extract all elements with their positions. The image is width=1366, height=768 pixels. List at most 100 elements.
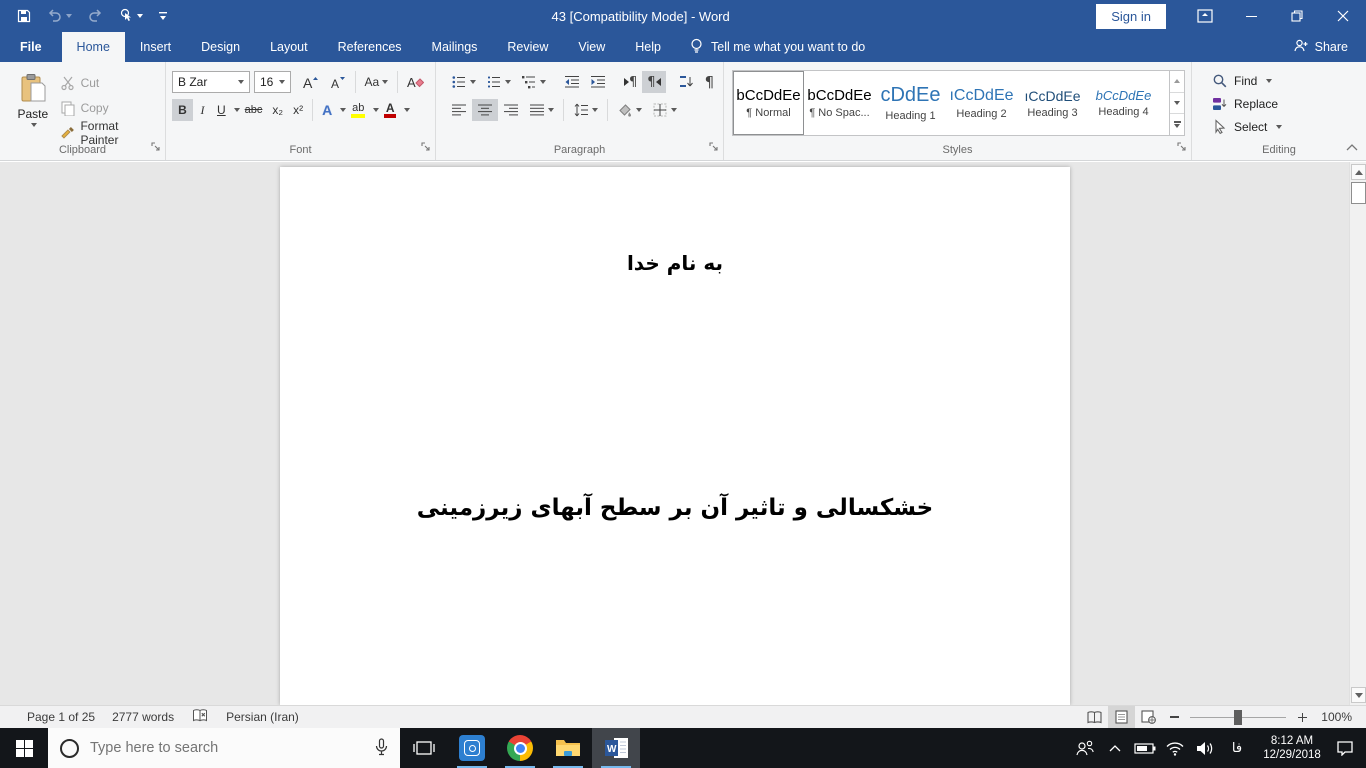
input-language-indicator[interactable]: فا xyxy=(1222,728,1252,768)
clear-formatting-button[interactable]: A xyxy=(402,71,429,93)
ribbon-display-icon[interactable] xyxy=(1182,0,1228,32)
language-indicator[interactable]: Persian (Iran) xyxy=(226,710,299,724)
taskbar-app-word[interactable]: W xyxy=(592,728,640,768)
scroll-down-button[interactable] xyxy=(1351,687,1366,703)
tell-me-box[interactable]: Tell me what you want to do xyxy=(676,32,879,62)
style-heading4[interactable]: bCcDdEe Heading 4 xyxy=(1088,71,1159,135)
restore-button[interactable] xyxy=(1274,0,1320,32)
show-hide-pilcrow-button[interactable]: ¶ xyxy=(700,71,720,93)
zoom-slider[interactable] xyxy=(1190,709,1286,725)
clock[interactable]: 8:12 AM 12/29/2018 xyxy=(1256,734,1328,762)
zoom-out-button[interactable] xyxy=(1162,706,1186,728)
line-spacing-button[interactable] xyxy=(568,99,603,121)
justify-button[interactable] xyxy=(524,99,559,121)
shading-button[interactable] xyxy=(612,99,647,121)
battery-icon[interactable] xyxy=(1132,728,1158,768)
align-left-button[interactable] xyxy=(446,99,472,121)
tab-insert[interactable]: Insert xyxy=(125,32,186,62)
rtl-direction-button[interactable]: ¶ xyxy=(642,71,666,93)
borders-button[interactable] xyxy=(647,99,682,121)
shrink-font-button[interactable]: A xyxy=(325,71,351,93)
strikethrough-button[interactable]: abc xyxy=(240,99,268,121)
tab-home[interactable]: Home xyxy=(61,32,125,62)
subscript-button[interactable]: x₂ xyxy=(267,99,288,121)
document-line-2[interactable]: خشکسالی و تاثیر آن بر سطح آبهای زیرزمینی xyxy=(280,495,1070,521)
proofing-icon[interactable] xyxy=(191,708,209,726)
tab-help[interactable]: Help xyxy=(620,32,676,62)
font-color-button[interactable]: A xyxy=(379,99,401,121)
styles-scroll-up[interactable] xyxy=(1170,71,1184,93)
page-indicator[interactable]: Page 1 of 25 xyxy=(27,710,95,724)
word-count[interactable]: 2777 words xyxy=(112,710,174,724)
tab-view[interactable]: View xyxy=(563,32,620,62)
microphone-icon[interactable] xyxy=(375,737,388,759)
zoom-level[interactable]: 100% xyxy=(1314,710,1366,724)
styles-more-button[interactable] xyxy=(1170,114,1184,135)
tab-review[interactable]: Review xyxy=(492,32,563,62)
replace-button[interactable]: Replace xyxy=(1212,93,1360,114)
print-layout-button[interactable] xyxy=(1108,706,1135,728)
font-dialog-launcher[interactable] xyxy=(421,141,431,155)
taskbar-search[interactable] xyxy=(48,728,400,768)
bullets-button[interactable] xyxy=(446,71,481,93)
scrollbar-thumb[interactable] xyxy=(1351,182,1366,204)
font-size-combo[interactable]: 16 xyxy=(253,71,291,93)
change-case-button[interactable]: Aa xyxy=(359,71,393,93)
decrease-indent-button[interactable] xyxy=(559,71,585,93)
share-button[interactable]: Share xyxy=(1293,32,1366,62)
touch-mode-icon[interactable] xyxy=(118,8,143,24)
align-center-button[interactable] xyxy=(472,99,498,121)
zoom-slider-thumb[interactable] xyxy=(1234,709,1242,725)
web-layout-button[interactable] xyxy=(1135,706,1162,728)
document-line-1[interactable]: به نام خدا xyxy=(280,251,1070,275)
sign-in-button[interactable]: Sign in xyxy=(1096,3,1166,29)
format-painter-button[interactable]: Format Painter xyxy=(60,119,159,147)
action-center-icon[interactable] xyxy=(1332,728,1358,768)
customize-qat-icon[interactable] xyxy=(158,11,168,21)
taskbar-app-chrome[interactable] xyxy=(496,728,544,768)
grow-font-button[interactable]: A xyxy=(297,71,325,93)
text-effects-button[interactable]: A xyxy=(317,99,337,121)
hidden-icons-chevron[interactable] xyxy=(1102,728,1128,768)
task-view-button[interactable] xyxy=(400,728,448,768)
multilevel-list-button[interactable] xyxy=(516,71,551,93)
save-icon[interactable] xyxy=(16,8,32,24)
ltr-direction-button[interactable]: ¶ xyxy=(619,71,642,93)
find-button[interactable]: Find xyxy=(1212,70,1360,91)
font-color-caret[interactable] xyxy=(404,108,411,112)
style-normal[interactable]: bCcDdEe ¶ Normal xyxy=(733,71,804,135)
speaker-icon[interactable] xyxy=(1192,728,1218,768)
minimize-button[interactable] xyxy=(1228,0,1274,32)
tab-references[interactable]: References xyxy=(323,32,417,62)
read-mode-button[interactable] xyxy=(1081,706,1108,728)
tab-design[interactable]: Design xyxy=(186,32,255,62)
zoom-in-button[interactable] xyxy=(1290,706,1314,728)
paragraph-dialog-launcher[interactable] xyxy=(709,141,719,155)
bold-button[interactable]: B xyxy=(172,99,193,121)
increase-indent-button[interactable] xyxy=(585,71,611,93)
superscript-button[interactable]: x² xyxy=(288,99,308,121)
wifi-icon[interactable] xyxy=(1162,728,1188,768)
document-page[interactable]: به نام خدا خشکسالی و تاثیر آن بر سطح آبه… xyxy=(280,167,1070,705)
collapse-ribbon-button[interactable] xyxy=(1346,140,1358,154)
select-button[interactable]: Select xyxy=(1212,116,1360,137)
styles-scroll-down[interactable] xyxy=(1170,93,1184,115)
style-no-spacing[interactable]: bCcDdEe ¶ No Spac... xyxy=(804,71,875,135)
start-button[interactable] xyxy=(0,728,48,768)
highlight-color-button[interactable]: ab xyxy=(346,99,370,121)
sort-button[interactable] xyxy=(674,71,700,93)
clipboard-dialog-launcher[interactable] xyxy=(151,141,161,155)
style-heading1[interactable]: cDdEe Heading 1 xyxy=(875,71,946,135)
scroll-up-button[interactable] xyxy=(1351,164,1366,180)
align-right-button[interactable] xyxy=(498,99,524,121)
tab-layout[interactable]: Layout xyxy=(255,32,323,62)
numbering-button[interactable] xyxy=(481,71,516,93)
tab-mailings[interactable]: Mailings xyxy=(417,32,493,62)
paste-button[interactable]: Paste xyxy=(12,71,54,143)
vertical-scrollbar[interactable] xyxy=(1349,162,1366,705)
italic-button[interactable]: I xyxy=(193,99,212,121)
styles-dialog-launcher[interactable] xyxy=(1177,141,1187,155)
tab-file[interactable]: File xyxy=(0,32,62,62)
font-family-combo[interactable]: B Zar xyxy=(172,71,250,93)
people-icon[interactable] xyxy=(1072,728,1098,768)
